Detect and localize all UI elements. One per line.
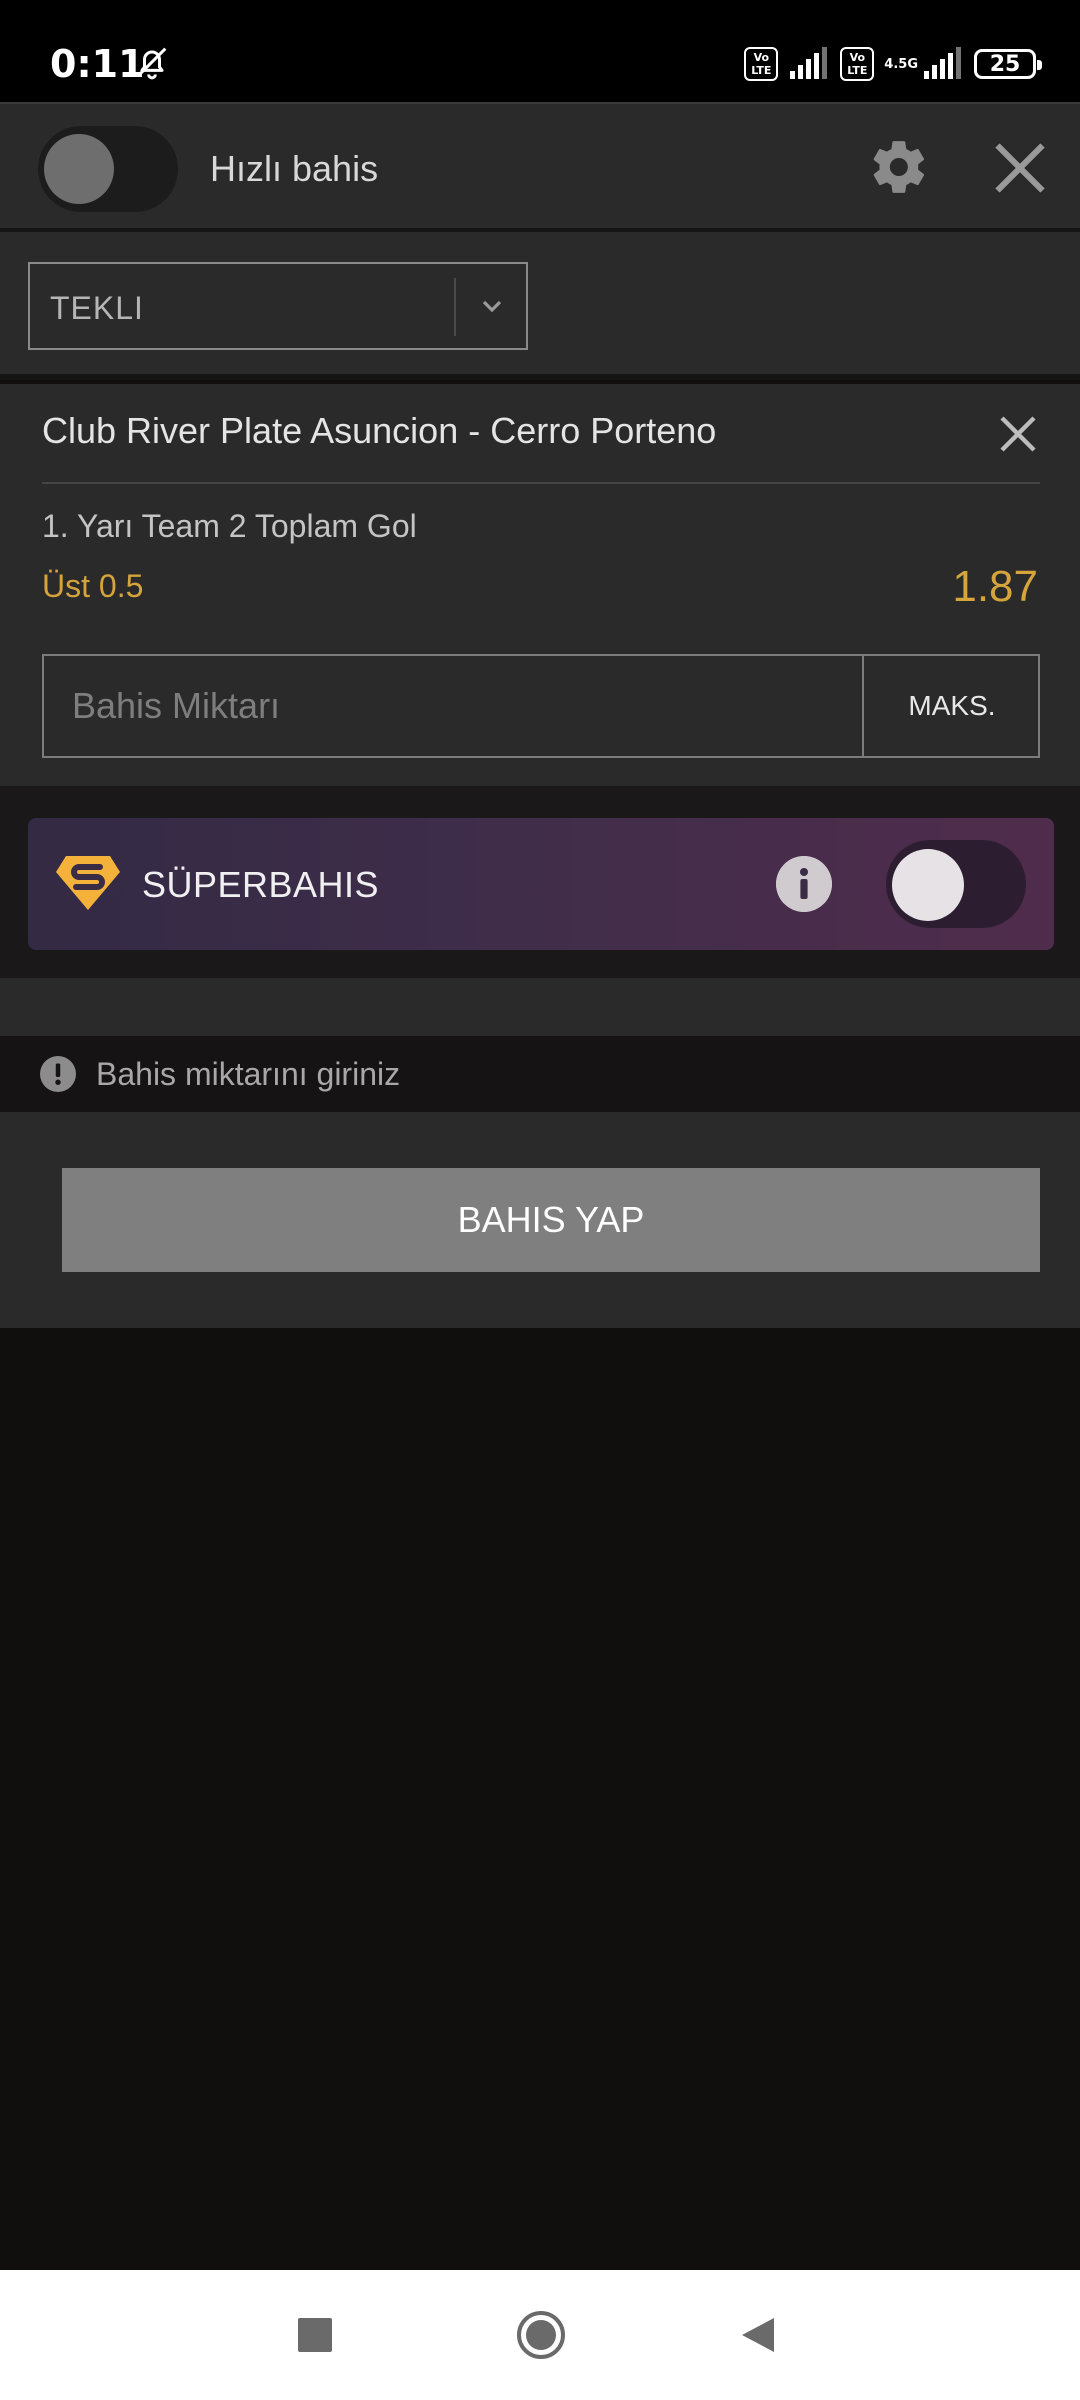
stake-warning: Bahis miktarını giriniz bbox=[0, 1036, 1080, 1112]
bet-type-section: TEKLI bbox=[0, 232, 1080, 380]
signal-icon bbox=[924, 47, 961, 79]
back-icon[interactable] bbox=[738, 2314, 780, 2356]
bell-off-icon bbox=[137, 47, 167, 80]
signal-icon bbox=[790, 47, 828, 79]
match-title: Club River Plate Asuncion - Cerro Porten… bbox=[42, 410, 717, 451]
superbet-label: SÜPERBAHIS bbox=[142, 864, 380, 905]
alert-icon bbox=[40, 1056, 76, 1092]
superbet-logo-icon bbox=[56, 856, 120, 910]
section-spacer bbox=[0, 978, 1080, 1036]
toggle-knob bbox=[44, 134, 114, 204]
bet-type-select[interactable]: TEKLI bbox=[28, 262, 528, 350]
gear-icon[interactable] bbox=[868, 136, 930, 198]
card-divider bbox=[42, 482, 1040, 484]
toggle-knob bbox=[892, 849, 964, 921]
bet-type-value: TEKLI bbox=[50, 290, 144, 326]
system-nav-bar bbox=[0, 2270, 1080, 2400]
warning-text: Bahis miktarını giriniz bbox=[96, 1056, 401, 1092]
stake-box: MAKS. bbox=[42, 654, 1040, 758]
chevron-down-icon bbox=[482, 300, 502, 313]
odds-value: 1.87 bbox=[952, 562, 1038, 611]
stake-input[interactable] bbox=[44, 656, 862, 756]
network-type: 4.5G bbox=[884, 56, 918, 72]
status-time: 0:11 bbox=[50, 42, 145, 86]
superbet-section: SÜPERBAHIS bbox=[0, 786, 1080, 978]
bet-selection-card: Club River Plate Asuncion - Cerro Porten… bbox=[0, 384, 1080, 786]
home-icon[interactable] bbox=[516, 2310, 566, 2360]
status-bar: 0:11 Vo LTE Vo LTE 4.5G 25 bbox=[0, 0, 1080, 102]
place-bet-section: BAHIS YAP bbox=[0, 1112, 1080, 1328]
selection-name: Üst 0.5 bbox=[42, 568, 144, 604]
close-icon[interactable] bbox=[990, 138, 1050, 198]
select-divider bbox=[454, 278, 456, 336]
info-icon[interactable] bbox=[776, 856, 832, 912]
battery-icon: 25 bbox=[974, 49, 1042, 79]
remove-selection-icon[interactable] bbox=[994, 410, 1042, 458]
market-name: 1. Yarı Team 2 Toplam Gol bbox=[42, 508, 417, 544]
superbet-toggle[interactable] bbox=[886, 840, 1026, 928]
max-stake-button[interactable]: MAKS. bbox=[862, 656, 1040, 756]
recents-icon[interactable] bbox=[298, 2318, 332, 2352]
quick-bet-toggle[interactable] bbox=[38, 126, 178, 212]
status-indicators: Vo LTE Vo LTE 4.5G 25 bbox=[744, 44, 1042, 84]
superbet-banner: SÜPERBAHIS bbox=[28, 818, 1054, 950]
volte-badge: Vo LTE bbox=[744, 47, 779, 81]
volte-badge: Vo LTE bbox=[840, 47, 875, 81]
place-bet-button[interactable]: BAHIS YAP bbox=[62, 1168, 1040, 1272]
betslip-header: Hızlı bahis bbox=[0, 102, 1080, 232]
quick-bet-label: Hızlı bahis bbox=[210, 148, 379, 189]
